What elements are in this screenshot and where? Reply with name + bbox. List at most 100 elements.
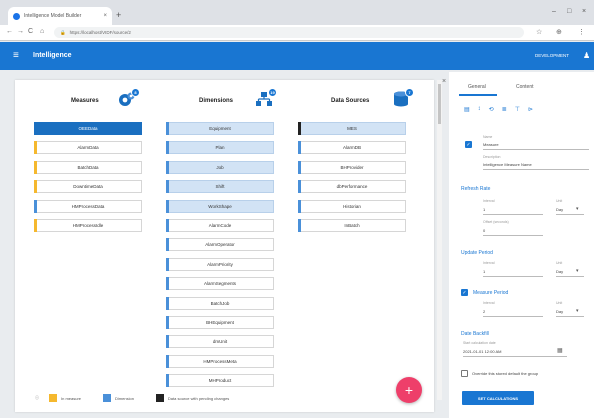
refresh-unit-dropdown-icon[interactable]: ▾ (576, 206, 579, 212)
model-item-alarmsegments[interactable]: AlarmSegments (166, 277, 274, 291)
refresh-icon[interactable]: ⟲ (489, 106, 494, 113)
hamburger-menu-icon[interactable]: ≡ (13, 50, 19, 61)
model-item-dbperformance[interactable]: dbPerformance (298, 180, 406, 194)
panel-toolbar: ▤ ↕ ⟲ ≣ ⊤ ⊳ (464, 106, 533, 113)
data-sources-header: Data Sources (331, 98, 370, 104)
model-item-oeedata[interactable]: OEEData (34, 122, 142, 135)
model-item-hmprocessmeta[interactable]: HMProcessMeta (166, 354, 274, 368)
update-unit-underline (556, 276, 584, 277)
forward-button[interactable]: → (17, 28, 24, 35)
item-label: MHProduct (208, 378, 232, 384)
item-type-bar (166, 316, 169, 329)
model-item-alarmoperator[interactable]: AlarmOperator (166, 238, 274, 252)
bookmark-star-icon[interactable]: ☆ (536, 28, 542, 36)
model-item-inbatch[interactable]: InBatch (298, 219, 406, 232)
model-item-mes[interactable]: MES (298, 122, 406, 135)
legend-swatch-measure (49, 394, 57, 402)
grid-icon[interactable]: ▤ (464, 106, 470, 113)
backfill-date-value[interactable]: 2021-01-01 12:00 AM (463, 349, 501, 354)
enabled-checkbox[interactable]: ✓ (465, 141, 472, 148)
panel-close-icon[interactable]: × (442, 78, 446, 85)
item-type-bar (166, 122, 169, 135)
model-item-alarmcode[interactable]: AlarmCode (166, 219, 274, 232)
item-label: BatchData (77, 164, 99, 170)
window-close-button[interactable]: × (582, 8, 586, 15)
measures-count-badge: 8 (131, 88, 140, 97)
description-value[interactable]: Intelligence Measure Name (483, 162, 532, 167)
user-name[interactable]: DEVELOPMENT (535, 53, 569, 58)
model-item-bhprovider[interactable]: BHProvider (298, 160, 406, 174)
tab-close-icon[interactable]: × (103, 13, 107, 19)
model-item-hmprocessdata[interactable]: HMProcessData (34, 199, 142, 213)
refresh-unit-value[interactable]: Day (556, 207, 563, 212)
item-type-bar (166, 160, 169, 174)
browser-tab[interactable]: Intelligence Model Builder × (8, 7, 112, 25)
measure-interval-value[interactable]: 2 (483, 309, 485, 314)
model-item-mhproduct[interactable]: MHProduct (166, 374, 274, 388)
window-minimize-button[interactable]: – (552, 8, 556, 15)
browser-tab-title: Intelligence Model Builder (24, 13, 82, 19)
model-item-alarmdb[interactable]: AlarmDB (298, 141, 406, 155)
model-item-historian[interactable]: Historian (298, 199, 406, 213)
model-item-bhequipment[interactable]: BHEquipment (166, 316, 274, 329)
override-label: Override this stored default the group (472, 371, 539, 376)
add-fab-button[interactable]: + (396, 377, 422, 403)
reload-button[interactable]: C (28, 28, 33, 35)
extension-icon[interactable]: ⊕ (556, 28, 562, 36)
model-item-alarmdata[interactable]: AlarmData (34, 141, 142, 155)
home-button[interactable]: ⌂ (40, 28, 44, 35)
tab-content[interactable]: Content (516, 84, 534, 90)
model-item-hmprocessidle[interactable]: HMProcessIdle (34, 219, 142, 232)
update-interval-value[interactable]: 1 (483, 269, 485, 274)
user-account-icon[interactable]: ♟ (583, 51, 590, 60)
address-bar[interactable]: 🔒 https://localhost/VIDF/source/2 (54, 27, 524, 38)
dimensions-hierarchy-icon[interactable]: 19 (255, 88, 277, 108)
filter-icon[interactable]: ⊤ (515, 106, 520, 113)
measures-header: Measures (71, 98, 99, 104)
override-checkbox[interactable] (461, 370, 468, 377)
model-item-equipment[interactable]: Equipment (166, 122, 274, 135)
measure-unit-value[interactable]: Day (556, 309, 563, 314)
model-item-dmunit[interactable]: dmUnit (166, 335, 274, 349)
item-label: BatchJob (210, 300, 230, 306)
browser-toolbar: ← → C ⌂ 🔒 https://localhost/VIDF/source/… (0, 25, 594, 41)
measure-period-checkbox[interactable]: ✓ (461, 289, 468, 296)
item-type-bar (34, 219, 37, 232)
scrollbar-thumb[interactable] (438, 84, 441, 124)
app-title: Intelligence (33, 52, 72, 59)
legend-label-pending: Data source with pending changes (167, 395, 230, 401)
refresh-interval-value[interactable]: 1 (483, 207, 485, 212)
data-sources-database-icon[interactable]: 7 (392, 88, 414, 108)
model-item-shift[interactable]: Shift (166, 180, 274, 194)
set-calculations-button[interactable]: SET CALCULATIONS (462, 391, 534, 405)
model-item-batchdata[interactable]: BatchData (34, 160, 142, 174)
back-button[interactable]: ← (6, 28, 13, 35)
model-item-job[interactable]: Job (166, 160, 274, 174)
name-value[interactable]: Measure (483, 142, 499, 147)
measures-gear-icon[interactable]: 8 (118, 88, 140, 108)
model-item-downtimedata[interactable]: DowntimeData (34, 180, 142, 194)
model-item-alarmpriority[interactable]: AlarmPriority (166, 257, 274, 271)
item-type-bar (166, 238, 169, 252)
model-item-workshape[interactable]: WorkShape (166, 199, 274, 213)
measure-unit-dropdown-icon[interactable]: ▾ (576, 308, 579, 314)
update-unit-value[interactable]: Day (556, 269, 563, 274)
offset-value[interactable]: 0 (483, 228, 485, 233)
sort-icon[interactable]: ↕ (478, 106, 481, 113)
item-type-bar (298, 199, 301, 213)
browser-menu-icon[interactable]: ⋮ (578, 28, 585, 36)
backfill-underline (463, 356, 567, 357)
calendar-icon[interactable]: ▦ (557, 347, 563, 354)
model-item-plan[interactable]: Plan (166, 141, 274, 155)
item-type-bar (34, 141, 37, 155)
list-icon[interactable]: ≣ (502, 106, 507, 113)
item-type-bar (298, 180, 301, 194)
item-type-bar (166, 277, 169, 291)
update-unit-dropdown-icon[interactable]: ▾ (576, 268, 579, 274)
window-maximize-button[interactable]: □ (567, 8, 571, 15)
new-tab-button[interactable]: + (116, 10, 121, 20)
tab-general[interactable]: General (468, 84, 486, 90)
model-item-batchjob[interactable]: BatchJob (166, 296, 274, 310)
canvas-scrollbar[interactable] (437, 80, 442, 400)
play-icon[interactable]: ⊳ (528, 106, 533, 113)
